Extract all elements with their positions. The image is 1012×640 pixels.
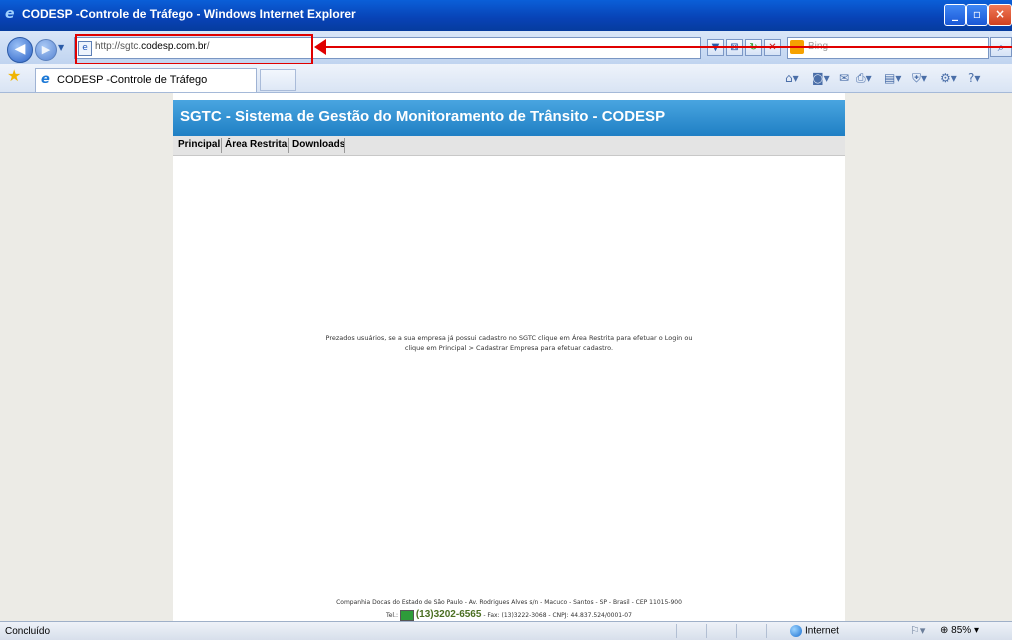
safety-icon[interactable]: ⛨▾ [912,70,927,86]
tab-codesp[interactable]: e CODESP -Controle de Tráfego [35,68,257,92]
menu-separator [344,138,345,153]
status-pane [706,624,737,638]
status-pane [676,624,707,638]
menu-downloads[interactable]: Downloads [292,139,345,150]
menu-principal[interactable]: Principal [178,139,220,150]
help-icon[interactable]: ?▾ [968,70,980,86]
tab-ie-icon: e [41,72,50,87]
print-icon[interactable]: ⎙▾ [856,70,872,86]
recent-pages-dropdown-icon[interactable]: ▼ [58,43,64,52]
site-title: SGTC - Sistema de Gestão do Monitorament… [180,108,666,125]
favorites-star-icon[interactable]: ★ [7,67,21,85]
zoom-value: 85% [951,625,972,636]
site-banner: SGTC - Sistema de Gestão do Monitorament… [173,100,845,136]
footer-tel-label: Tel.: [386,612,398,619]
footer-address: Companhia Docas do Estado de São Paulo -… [336,599,682,606]
menu-separator [288,138,289,153]
feeds-icon[interactable]: ◙▾ [812,70,830,86]
annotation-arrow-head [314,39,326,55]
tab-label: CODESP -Controle de Tráfego [57,74,208,86]
window-title: CODESP -Controle de Tráfego - Windows In… [22,7,356,21]
maximize-button[interactable]: ▫ [966,4,988,26]
message-line-2: clique em Principal > Cadastrar Empresa … [404,344,614,352]
menu-area-restrita[interactable]: Área Restrita [225,139,287,150]
minimize-button[interactable]: _ [944,4,966,26]
zoom-level[interactable]: ⊕ 85% ▾ [940,625,979,636]
footer-fax-cnpj: - Fax: (13)3222-3068 - CNPJ: 44.837.524/… [483,612,632,619]
status-text: Concluído [5,626,51,637]
protected-mode-icon[interactable]: ⚐▾ [910,624,925,637]
site-menu: Principal Área Restrita Downloads [173,136,845,156]
forward-button[interactable]: ▶ [35,39,57,61]
title-bar: e CODESP -Controle de Tráfego - Windows … [0,0,1012,31]
footer-phone: (13)3202-6565 [415,609,482,620]
menu-separator [221,138,222,153]
web-page: SGTC - Sistema de Gestão do Monitorament… [173,93,845,621]
ie-logo-icon: e [5,6,15,22]
status-pane [736,624,767,638]
home-icon[interactable]: ⌂▾ [785,70,799,86]
search-box[interactable]: Bing [787,37,989,59]
annotation-highlight-box [75,34,313,65]
annotation-arrow-line [322,46,1012,48]
zone-label: Internet [805,625,839,637]
page-menu-icon[interactable]: ▤▾ [884,70,901,86]
back-button[interactable]: ◀ [7,37,33,63]
security-zone[interactable]: Internet [790,625,839,637]
globe-icon [790,625,802,637]
tools-gear-icon[interactable]: ⚙▾ [940,70,957,86]
brazil-flag-icon [399,610,414,621]
status-bar: Concluído Internet ⚐▾ ⊕ 85% ▾ [0,621,1012,640]
mail-icon[interactable]: ✉ [839,70,849,86]
new-tab-button[interactable] [260,69,296,91]
close-window-button[interactable]: × [988,4,1012,26]
footer-contact: Tel.: (13)3202-6565 - Fax: (13)3222-3068… [173,609,845,621]
welcome-message: Prezados usuários, se a sua empresa já p… [173,333,845,353]
message-line-1: Prezados usuários, se a sua empresa já p… [325,334,693,342]
browser-content: SGTC - Sistema de Gestão do Monitorament… [0,93,1012,621]
